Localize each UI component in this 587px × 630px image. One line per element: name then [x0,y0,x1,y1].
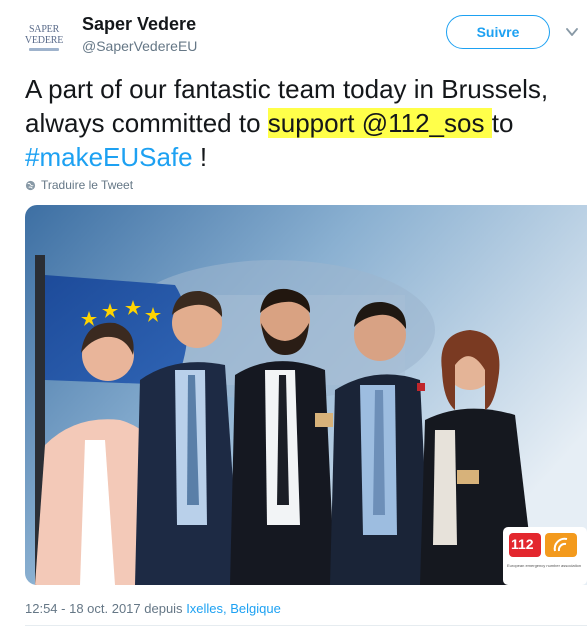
translate-label: Traduire le Tweet [41,178,134,192]
author-handle[interactable]: @SaperVedereEU [82,38,197,54]
globe-icon [25,180,36,190]
author-name[interactable]: Saper Vedere [82,14,196,35]
tweet-text-part2: to [491,108,514,138]
divider [25,625,587,626]
team-photo [25,205,587,585]
tweet-header: SAPER VEDERE Saper Vedere @SaperVedereEU… [0,0,587,70]
tweet-meta: 12:54 - 18 oct. 2017 depuis Ixelles, Bel… [25,601,281,616]
tweet-text: A part of our fantastic team today in Br… [25,72,585,174]
tweet-highlight-text[interactable]: support @112_sos [268,108,485,138]
location-link[interactable]: Ixelles, Belgique [186,601,281,616]
tweet-photo[interactable]: 112 European emergency number associatio… [25,205,587,585]
avatar-logo-line2: VEDERE [24,35,64,46]
hashtag-link[interactable]: #makeEUSafe [25,142,193,172]
chevron-down-icon[interactable] [566,26,578,38]
photo-logo-number: 112 [511,536,534,552]
avatar-logo-line1: SAPER [28,24,60,35]
photo-logo-caption: European emergency number association [507,563,582,568]
translate-tweet-link[interactable]: Traduire le Tweet [25,178,133,192]
avatar[interactable]: SAPER VEDERE [22,16,66,60]
tweet-text-end: ! [199,142,208,172]
follow-button[interactable]: Suivre [446,15,550,49]
tweet-timestamp[interactable]: 12:54 - 18 oct. 2017 depuis [25,601,183,616]
tweet-highlight: support @112_sos [267,108,492,138]
avatar-logo-bar [29,48,59,51]
